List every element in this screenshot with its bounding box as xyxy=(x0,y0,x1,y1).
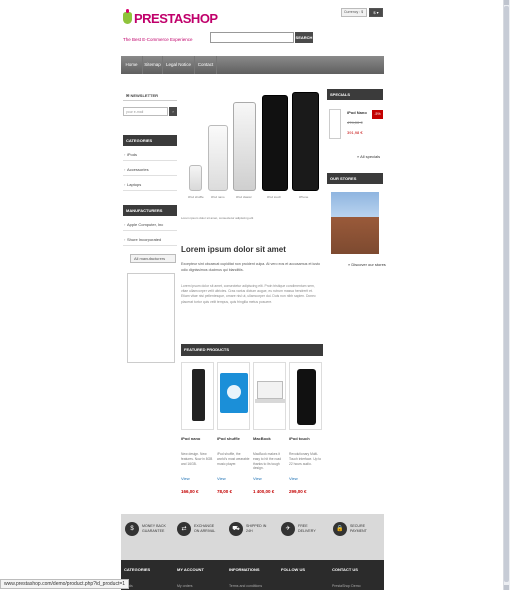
product-price: 166,00 € xyxy=(181,489,199,494)
truck-icon: ⛟ xyxy=(229,522,243,536)
hero-caption: Lorem ipsum dolor sit amet, consectetur … xyxy=(181,216,254,220)
featured-products-title: FEATURED PRODUCTS xyxy=(181,344,323,356)
ipod-classic-image xyxy=(233,102,256,191)
nav-item-sitemap[interactable]: Sitemap xyxy=(143,56,163,74)
newsletter-email-field[interactable]: your e-mail xyxy=(123,107,168,116)
product-price: 78,00 € xyxy=(217,489,233,494)
vertical-scrollbar[interactable] xyxy=(503,0,510,590)
product-price: 299,00 € xyxy=(289,489,307,494)
product-view-link[interactable]: View xyxy=(289,476,298,481)
special-product-name[interactable]: iPod Nano xyxy=(347,110,367,115)
newsletter-title: ✉ NEWSLETTER xyxy=(123,90,177,101)
special-product-image[interactable] xyxy=(329,109,341,139)
our-stores-title: OUR STORES xyxy=(327,173,383,184)
product-desc: iPod shuffle, the world's most wearable … xyxy=(217,452,250,466)
special-new-price: 391,98 € xyxy=(347,130,363,135)
specials-title: SPECIALS xyxy=(327,89,383,100)
nav-item-legal[interactable]: Legal Notice xyxy=(163,56,195,74)
product-name[interactable]: MacBook xyxy=(253,436,271,441)
footer-link[interactable]: My orders xyxy=(177,584,193,588)
logo-text: PRESTASHOP xyxy=(134,11,218,26)
footer-col-title: FOLLOW US xyxy=(281,567,305,572)
hero-label: iPod classic xyxy=(236,195,252,199)
product-name[interactable]: iPod nano xyxy=(181,436,200,441)
page-title: Lorem ipsum dolor sit amet xyxy=(181,245,286,254)
category-item-laptops[interactable]: Laptops xyxy=(123,179,177,191)
manufacturer-select[interactable]: All manufacturers xyxy=(130,254,176,263)
discount-badge: -5% xyxy=(372,110,383,119)
footer-col-title: MY ACCOUNT xyxy=(177,567,204,572)
lock-icon: 🔒 xyxy=(333,522,347,536)
newsletter-title-text: NEWSLETTER xyxy=(130,93,159,98)
category-item-ipods[interactable]: iPods xyxy=(123,149,177,161)
categories-title: CATEGORIES xyxy=(123,135,177,146)
hero-label: iPod touch xyxy=(267,195,282,199)
footer-link[interactable]: Terms and conditions xyxy=(229,584,262,588)
manufacturer-item-apple[interactable]: Apple Computer, Inc xyxy=(123,219,177,231)
left-banner[interactable] xyxy=(127,273,175,363)
reassurance-text: Exchange on arrival xyxy=(194,524,216,533)
search-button[interactable]: SEARCH xyxy=(295,32,313,43)
reassurance-text: Secure payment xyxy=(350,524,367,533)
product-view-link[interactable]: View xyxy=(181,476,190,481)
product-view-link[interactable]: View xyxy=(217,476,226,481)
main-nav: Home Sitemap Legal Notice Contact xyxy=(121,56,384,74)
nav-item-home[interactable]: Home xyxy=(121,56,143,74)
reassurance-text: Shipped in 24h xyxy=(246,524,267,533)
footer-col-title: CATEGORIES xyxy=(124,567,151,572)
ipod-shuffle-image xyxy=(189,165,202,191)
store-photo[interactable] xyxy=(331,192,379,254)
ipod-hero-image[interactable]: iPod shuffle iPod nano iPod classic iPod… xyxy=(181,90,321,215)
scrollbar-thumb[interactable] xyxy=(504,6,509,582)
shop-page: PRESTASHOP The Best E-Commerce Experienc… xyxy=(121,0,386,590)
ipod-nano-image xyxy=(208,125,228,191)
scroll-up-arrow-icon[interactable] xyxy=(504,0,509,5)
discover-stores-link[interactable]: » Discover our stores xyxy=(348,262,386,267)
delivery-icon: ✈ xyxy=(281,522,295,536)
money-icon: $ xyxy=(125,522,139,536)
newsletter-submit-button[interactable]: › xyxy=(169,107,177,116)
footer-col-title: CONTACT US xyxy=(332,567,358,572)
reassurance-text: Free delivery xyxy=(298,524,316,533)
iphone-image xyxy=(292,92,319,191)
ipod-touch-image xyxy=(262,95,288,191)
site-footer: CATEGORIES MY ACCOUNT INFORMATIONS FOLLO… xyxy=(121,560,384,590)
category-item-accessories[interactable]: Accessories xyxy=(123,164,177,176)
all-specials-link[interactable]: » All specials xyxy=(357,154,380,159)
logo-tagline: The Best E-Commerce Experience xyxy=(123,37,193,42)
currency-select[interactable]: Currency : $ xyxy=(341,8,367,17)
product-view-link[interactable]: View xyxy=(253,476,262,481)
cart-button[interactable]: $ ▾ xyxy=(369,8,383,17)
hero-label: iPhone xyxy=(299,195,309,199)
product-desc: MacBook makes it easy to hit the road th… xyxy=(253,452,282,471)
search-input[interactable] xyxy=(210,32,294,43)
product-image[interactable] xyxy=(217,362,250,430)
status-bar-url: www.prestashop.com/demo/product.php?id_p… xyxy=(0,579,130,589)
product-image[interactable] xyxy=(253,362,286,430)
manufacturer-item-shure[interactable]: Shure Incorporated xyxy=(123,234,177,246)
site-logo[interactable]: PRESTASHOP The Best E-Commerce Experienc… xyxy=(123,9,218,46)
intro-lead: Excepteur sint obcaecat cupiditat non pr… xyxy=(181,262,321,272)
hero-label: iPod nano xyxy=(211,195,225,199)
footer-col-title: INFORMATIONS xyxy=(229,567,260,572)
product-desc: New design. New features. Now in 8GB and… xyxy=(181,452,213,466)
manufacturers-title: MANUFACTURERS xyxy=(123,205,177,216)
intro-body: Lorem ipsum dolor sit amet, consectetur … xyxy=(181,284,316,304)
exchange-icon: ⇄ xyxy=(177,522,191,536)
scroll-down-arrow-icon[interactable] xyxy=(504,585,509,590)
reassurance-bar: $ Money back guarantee ⇄ Exchange on arr… xyxy=(121,514,384,560)
nav-item-contact[interactable]: Contact xyxy=(195,56,217,74)
reassurance-text: Money back guarantee xyxy=(142,524,166,533)
product-price: 1 400,00 € xyxy=(253,489,275,494)
product-desc: Revolutionary Multi-Touch interface. Up … xyxy=(289,452,322,466)
footer-link[interactable]: PrestaShop Demo xyxy=(332,584,361,588)
product-image[interactable] xyxy=(289,362,322,430)
logo-mark-icon xyxy=(123,9,132,24)
special-old-price: 474,00 € xyxy=(347,120,363,125)
hero-label: iPod shuffle xyxy=(188,195,204,199)
product-name[interactable]: iPod touch xyxy=(289,436,310,441)
product-name[interactable]: iPod shuffle xyxy=(217,436,240,441)
product-image[interactable] xyxy=(181,362,214,430)
